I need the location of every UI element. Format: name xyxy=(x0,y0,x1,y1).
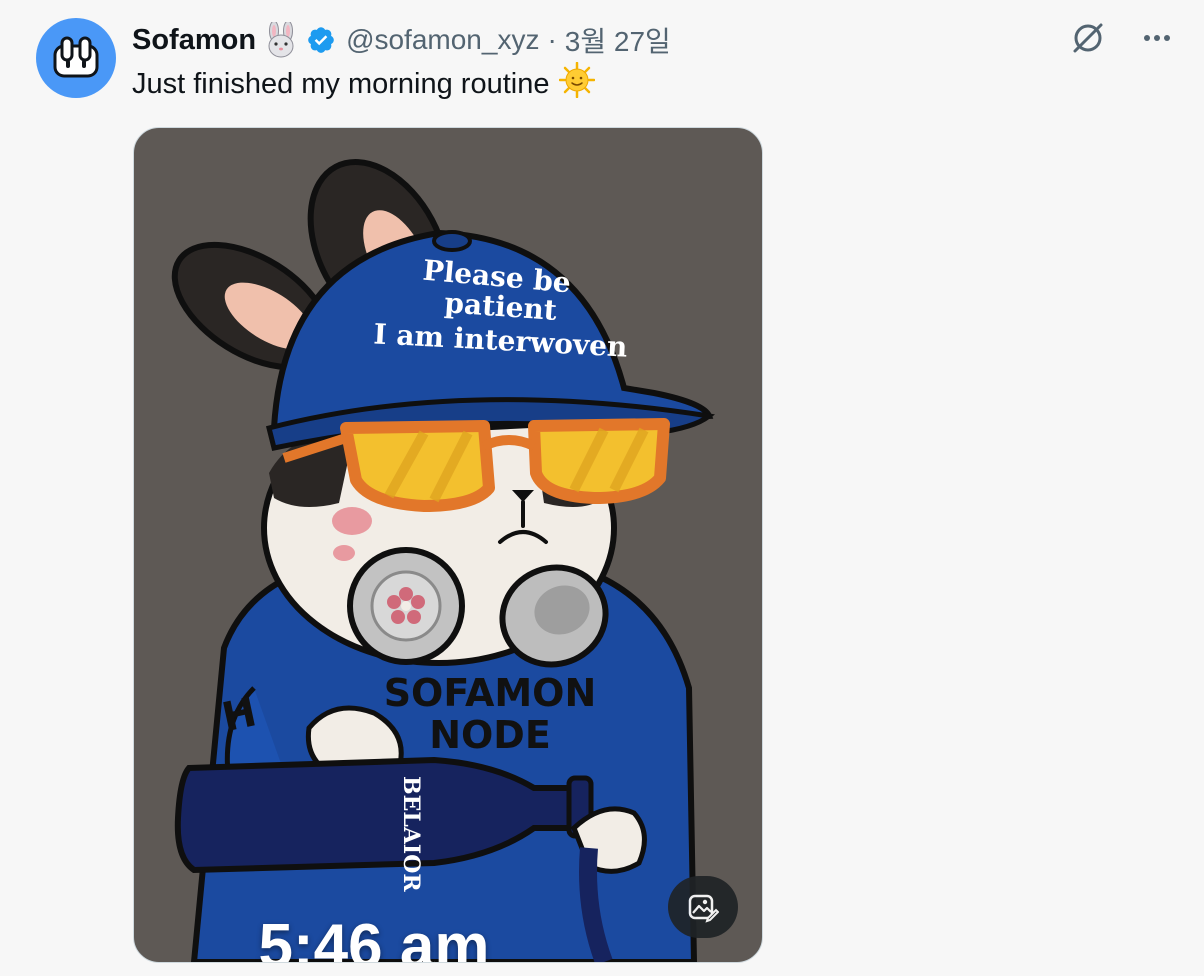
author-handle[interactable]: @sofamon_xyz xyxy=(346,24,539,56)
sofamon-logo-icon xyxy=(53,36,99,78)
tweet-text-content: Just finished my morning routine xyxy=(132,67,550,100)
image-edit-icon xyxy=(688,894,719,923)
sun-with-face-emoji-icon xyxy=(559,61,596,106)
verified-badge-icon[interactable] xyxy=(306,25,336,55)
sofamon-bunny-illustration: Please be patient I am interwoven SOFAMO… xyxy=(171,159,716,962)
rabbit-emoji-icon xyxy=(264,22,298,58)
tweet: Sofamon @sofamon_xyz · 3월 27일 Just finis… xyxy=(0,0,1204,976)
avatar[interactable] xyxy=(36,18,116,98)
tweet-date[interactable]: 3월 27일 xyxy=(565,20,671,60)
grok-icon[interactable] xyxy=(1070,20,1106,56)
hoodie-text-line-1: SOFAMON xyxy=(384,671,597,715)
display-name[interactable]: Sofamon xyxy=(132,24,256,57)
image-caption: 5:46 am xyxy=(258,912,490,963)
separator-dot: · xyxy=(547,24,557,55)
more-icon[interactable] xyxy=(1140,21,1174,55)
tweet-top-actions xyxy=(1070,20,1174,56)
tweet-text: Just finished my morning routine xyxy=(132,61,596,106)
image-edit-button[interactable] xyxy=(668,876,738,938)
tweet-header: Sofamon @sofamon_xyz · 3월 27일 xyxy=(132,20,671,60)
hoodie-text-line-2: NODE xyxy=(429,713,551,757)
bottle-label: BELAIOR xyxy=(398,776,424,892)
tweet-media[interactable]: Please be patient I am interwoven SOFAMO… xyxy=(133,127,763,963)
